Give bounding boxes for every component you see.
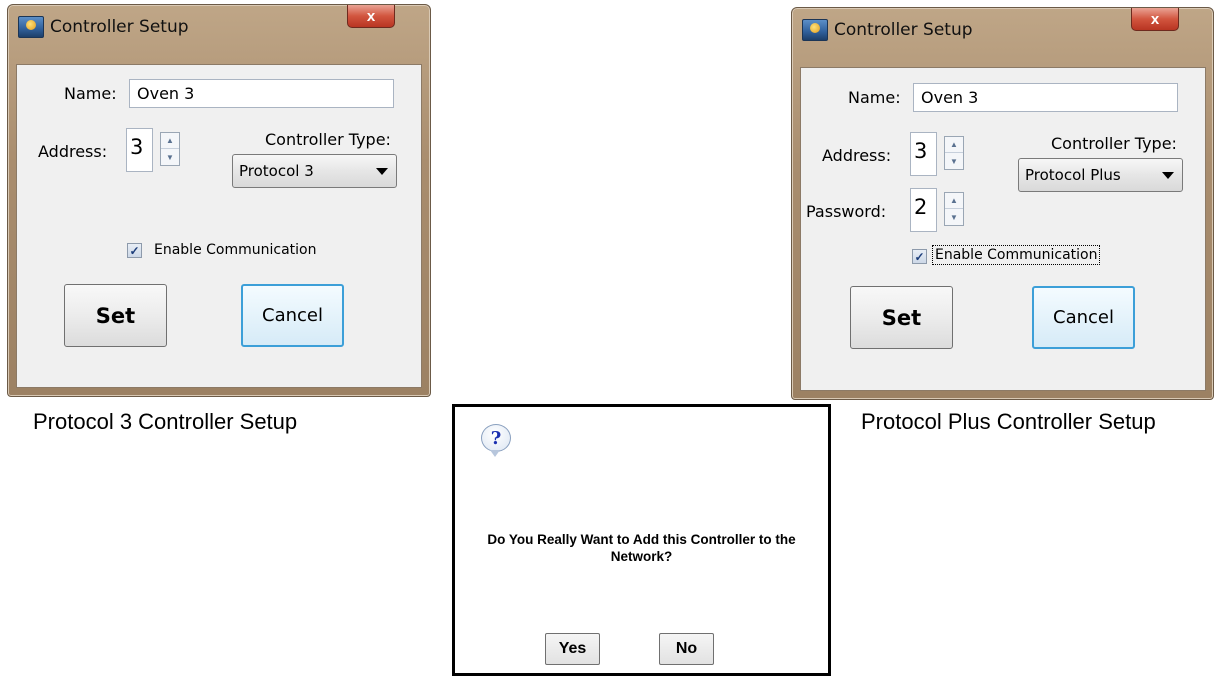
dialog-client-area: Name: Oven 3 Address: 3 ▲ ▼ Controller T… [16,64,422,388]
controller-setup-dialog-protocol3: Controller Setup x Name: Oven 3 Address:… [7,4,431,397]
yes-button[interactable]: Yes [545,633,600,665]
checkmark-icon: ✓ [914,249,925,264]
app-icon [802,19,828,41]
cancel-button-label: Cancel [1053,307,1114,328]
controller-type-dropdown[interactable]: Protocol Plus [1018,158,1183,192]
controller-type-dropdown[interactable]: Protocol 3 [232,154,397,188]
enable-communication-label: Enable Communication [154,242,317,258]
question-icon: ? [481,424,511,457]
address-spinner[interactable]: ▲ ▼ [160,132,180,166]
chevron-down-icon [376,168,388,175]
dialog-title: Controller Setup [50,17,189,37]
app-icon [18,16,44,38]
spin-down-icon[interactable]: ▼ [161,149,179,165]
chevron-down-icon [1162,172,1174,179]
set-button-label: Set [881,305,922,330]
enable-communication-label: Enable Communication [932,245,1101,265]
password-value[interactable]: 2 [910,188,937,232]
set-button-label: Set [95,303,136,328]
spin-down-icon[interactable]: ▼ [945,153,963,169]
controller-type-label: Controller Type: [1051,134,1177,153]
spin-up-icon[interactable]: ▲ [945,193,963,209]
checkmark-icon: ✓ [129,243,140,258]
address-value[interactable]: 3 [910,132,937,176]
close-icon: x [366,7,376,25]
name-input[interactable]: Oven 3 [129,79,394,108]
title-bar: Controller Setup x [8,5,430,45]
cancel-button[interactable]: Cancel [1032,286,1135,349]
address-value[interactable]: 3 [126,128,153,172]
dialog-title: Controller Setup [834,20,973,40]
confirm-message: Do You Really Want to Add this Controlle… [487,532,796,564]
no-button-label: No [675,640,698,657]
close-button[interactable]: x [347,5,395,28]
controller-type-value: Protocol 3 [239,162,314,180]
controller-setup-dialog-protocol-plus: Controller Setup x Name: Oven 3 Address:… [791,7,1214,400]
set-button[interactable]: Set [850,286,953,349]
name-input[interactable]: Oven 3 [913,83,1178,112]
title-bar: Controller Setup x [792,8,1213,48]
cancel-button-label: Cancel [262,305,323,326]
dialog-client-area: Name: Oven 3 Address: 3 ▲ ▼ Password: 2 … [800,67,1206,391]
set-button[interactable]: Set [64,284,167,347]
address-label: Address: [822,146,892,165]
address-spinner[interactable]: ▲ ▼ [944,136,964,170]
controller-type-value: Protocol Plus [1025,166,1121,184]
add-controller-confirm-dialog: ? Do You Really Want to Add this Control… [452,404,831,676]
name-label: Name: [848,88,901,107]
spin-up-icon[interactable]: ▲ [945,137,963,153]
spin-down-icon[interactable]: ▼ [945,209,963,225]
yes-button-label: Yes [558,640,587,657]
spin-up-icon[interactable]: ▲ [161,133,179,149]
close-icon: x [1150,10,1160,28]
password-label: Password: [806,202,887,221]
controller-type-label: Controller Type: [265,130,391,149]
caption-protocol-plus: Protocol Plus Controller Setup [861,409,1156,434]
no-button[interactable]: No [659,633,714,665]
password-spinner[interactable]: ▲ ▼ [944,192,964,226]
name-label: Name: [64,84,117,103]
caption-protocol3: Protocol 3 Controller Setup [33,409,298,434]
cancel-button[interactable]: Cancel [241,284,344,347]
enable-communication-checkbox[interactable]: ✓ [912,249,927,264]
enable-communication-checkbox[interactable]: ✓ [127,243,142,258]
address-label: Address: [38,142,108,161]
close-button[interactable]: x [1131,8,1179,31]
